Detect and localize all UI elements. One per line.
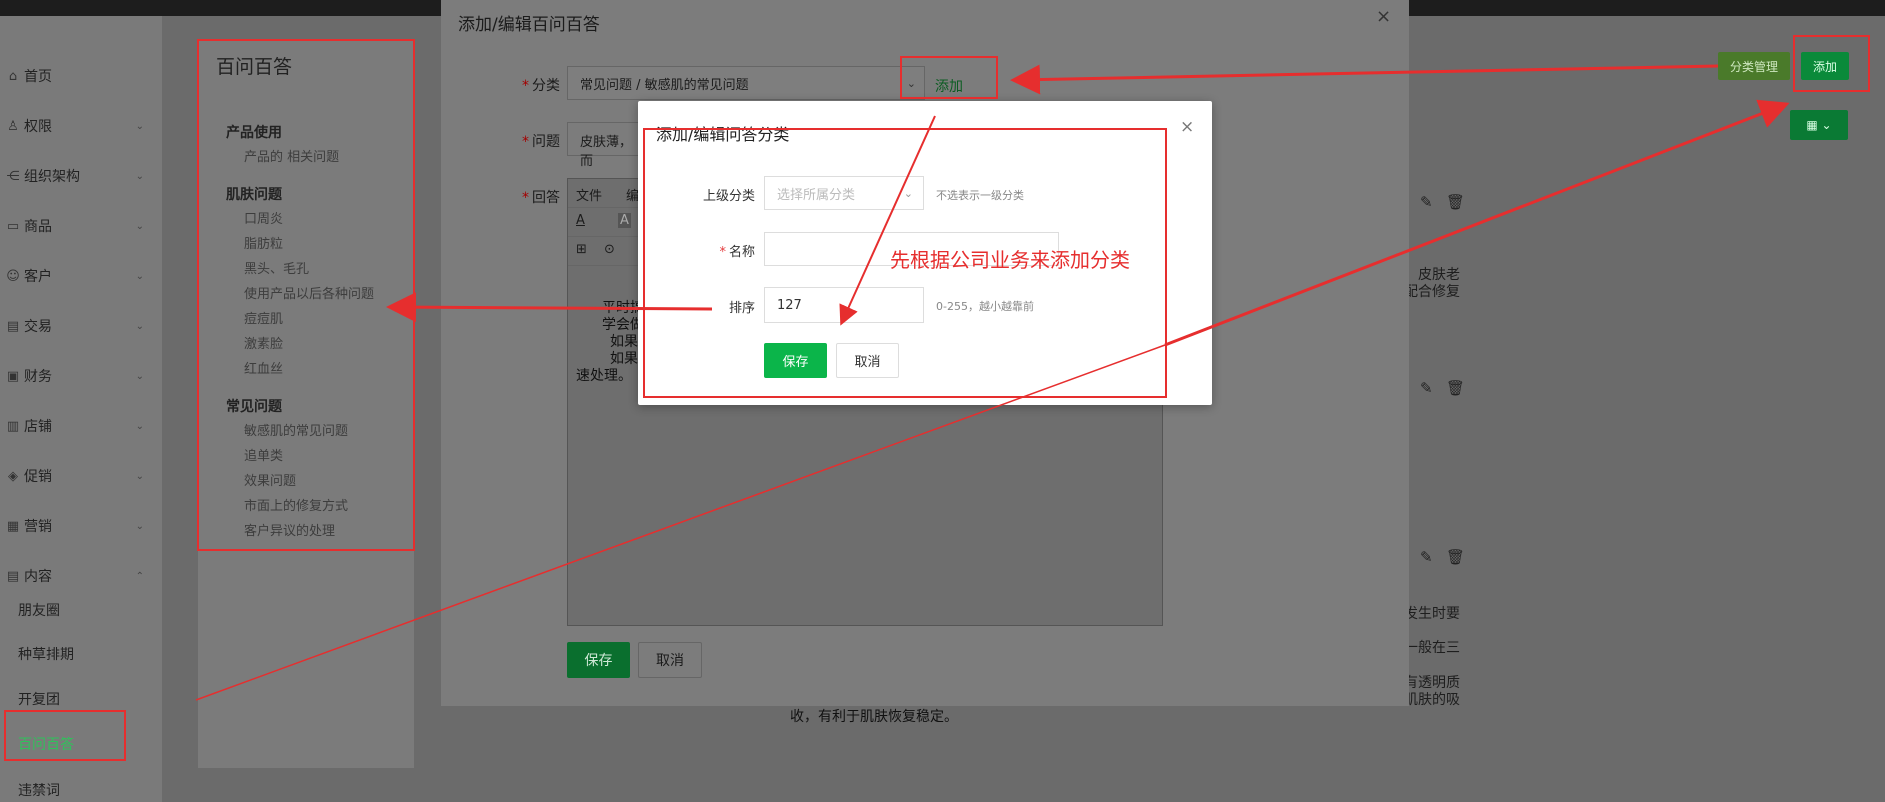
- annotation-arrows: [195, 64, 1790, 701]
- arrow-to-panel: [386, 292, 713, 323]
- arrow-sidebar-line: [195, 344, 1166, 701]
- arrow-to-grid: [1164, 99, 1790, 347]
- arrow-link-to-sort: [839, 115, 936, 326]
- arrow-add-to-link: [1010, 64, 1719, 95]
